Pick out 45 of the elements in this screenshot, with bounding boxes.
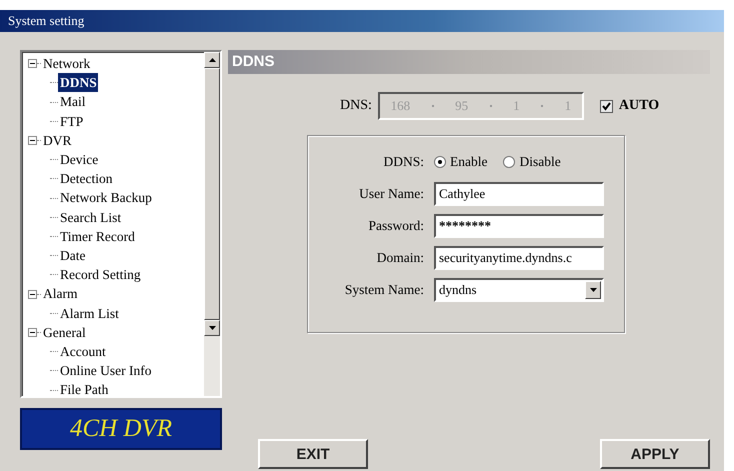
logo-banner: 4CH DVR bbox=[20, 408, 222, 450]
text-field[interactable]: Cathylee bbox=[434, 182, 604, 206]
radio-label: Enable bbox=[450, 154, 488, 170]
collapse-icon[interactable] bbox=[28, 328, 37, 337]
system-name-dropdown[interactable]: dyndns bbox=[434, 278, 604, 302]
tree-item[interactable]: Date bbox=[58, 246, 88, 266]
tree-item[interactable]: Network bbox=[41, 54, 92, 74]
radio-button[interactable] bbox=[434, 156, 446, 168]
password-field[interactable]: ******** bbox=[434, 214, 604, 238]
tree-item[interactable]: DVR bbox=[41, 130, 74, 150]
field-label: System Name: bbox=[344, 282, 425, 298]
tree-item[interactable]: Alarm List bbox=[58, 304, 121, 323]
collapse-icon[interactable] bbox=[28, 59, 37, 68]
tree-item[interactable]: File Path bbox=[58, 380, 110, 396]
auto-checkbox[interactable] bbox=[600, 100, 613, 112]
tree-item[interactable]: Online User Info bbox=[58, 361, 154, 380]
panel-title: DDNS bbox=[228, 50, 710, 74]
dns-label: DNS: bbox=[340, 98, 372, 114]
radio-label: Disable bbox=[519, 154, 561, 170]
tree-item[interactable]: Detection bbox=[58, 169, 114, 188]
apply-button[interactable]: APPLY bbox=[600, 439, 710, 469]
tree-item[interactable]: Alarm bbox=[41, 284, 80, 304]
tree-item[interactable]: Search List bbox=[58, 208, 124, 227]
tree-item[interactable]: Record Setting bbox=[58, 265, 143, 284]
scrollbar[interactable] bbox=[204, 52, 220, 396]
field-label: User Name: bbox=[358, 186, 425, 202]
ddns-label: DDNS: bbox=[382, 154, 425, 170]
tree-item[interactable]: Timer Record bbox=[58, 226, 137, 246]
scrollbar-thumb[interactable] bbox=[204, 68, 220, 320]
window-title: System setting bbox=[0, 10, 724, 32]
collapse-icon[interactable] bbox=[28, 136, 37, 145]
collapse-icon[interactable] bbox=[28, 290, 37, 299]
tree-item[interactable]: Account bbox=[58, 342, 108, 362]
tree-item[interactable]: FTP bbox=[58, 112, 86, 131]
text-field[interactable]: securityanytime.dyndns.c bbox=[434, 246, 604, 270]
radio-button[interactable] bbox=[503, 156, 516, 168]
tree-item[interactable]: General bbox=[41, 322, 88, 342]
field-label: Domain: bbox=[376, 250, 425, 266]
tree-item[interactable]: DDNS bbox=[58, 73, 98, 92]
field-label: Password: bbox=[367, 218, 425, 234]
tree-item[interactable]: Device bbox=[58, 150, 100, 170]
tree-item[interactable]: Mail bbox=[58, 92, 88, 112]
tree-item[interactable]: Network Backup bbox=[58, 188, 154, 208]
exit-button[interactable]: EXIT bbox=[258, 439, 368, 469]
auto-label: AUTO bbox=[618, 98, 660, 114]
